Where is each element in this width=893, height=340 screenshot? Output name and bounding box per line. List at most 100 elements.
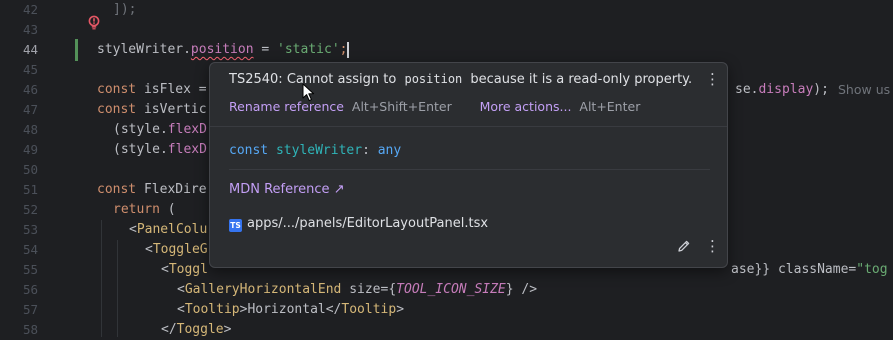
code-token: se [735, 82, 751, 97]
code-token: ( [113, 122, 121, 137]
code-token: size= [341, 282, 389, 297]
code-token: . [159, 142, 168, 157]
shortcut-hint: Alt+Enter [579, 99, 641, 114]
line-number: 46 [22, 82, 38, 97]
code-token: . [159, 122, 168, 137]
code-token: "tog [856, 262, 888, 277]
code-token: } [505, 282, 514, 297]
error-tooltip-popup: TS2540: Cannot assign to position becaus… [209, 62, 728, 268]
code-line-49: (style.flexD [113, 140, 207, 160]
code-token: FlexDire [143, 182, 207, 197]
code-token: PanelColu [136, 222, 208, 237]
error-message: TS2540: Cannot assign to position becaus… [229, 72, 692, 87]
code-token: ( [113, 142, 121, 157]
text-cursor [347, 41, 350, 58]
code-token: ); [813, 82, 829, 97]
indent-guide [117, 240, 118, 337]
error-code: TS2540: [229, 72, 283, 87]
code-token: /> [513, 282, 538, 297]
code-token: isFlex = [143, 82, 207, 97]
code-token: ase [731, 262, 755, 277]
code-token: isVertic [143, 102, 207, 117]
rename-reference-link[interactable]: Rename reference [229, 99, 344, 114]
code-token: ( [159, 202, 176, 217]
code-line-51: const FlexDire [97, 180, 207, 200]
code-token: > [396, 302, 405, 317]
code-line-55: <Toggl [161, 260, 208, 280]
code-line-55-tail: ase}} className="tog [731, 260, 888, 280]
code-line-48: (style.flexD [113, 120, 207, 140]
code-token: TOOL_ICON_SIZE [396, 282, 506, 297]
code-token: style [120, 142, 160, 157]
code-token: Horizontal [247, 302, 326, 317]
line-number: 56 [22, 282, 38, 297]
code-token: : [362, 143, 370, 158]
code-token: styleWriter [275, 143, 363, 158]
external-link-icon: ↗ [333, 182, 345, 197]
code-token: style [120, 122, 160, 137]
code-editor[interactable]: 42 43 44 45 46 47 48 49 50 51 52 53 54 5… [0, 0, 893, 337]
error-token[interactable]: position [191, 42, 254, 57]
error-text: because it is a read-only property. [470, 72, 693, 87]
error-bulb-icon[interactable] [87, 15, 101, 31]
error-code-token: position [404, 72, 463, 86]
code-token: < [177, 282, 185, 297]
code-line-44: styleWriter.position = 'static'; [97, 40, 350, 60]
code-token: display [758, 82, 814, 97]
code-token: GalleryHorizontalEnd [184, 282, 342, 297]
code-token: < [145, 242, 153, 257]
more-actions-link[interactable]: More actions... [480, 99, 572, 114]
edit-pencil-icon[interactable] [677, 239, 691, 253]
code-token: </ [161, 322, 177, 337]
code-line-56: <GalleryHorizontalEnd size={TOOL_ICON_SI… [177, 280, 537, 300]
divider [229, 169, 710, 170]
line-number: 42 [22, 2, 38, 17]
line-number: 50 [22, 162, 38, 177]
code-token: flexD [167, 142, 207, 157]
shortcut-hint: Alt+Shift+Enter [351, 99, 452, 114]
line-number: 57 [22, 302, 38, 317]
line-number-gutter: 42 43 44 45 46 47 48 49 50 51 52 53 54 5… [0, 0, 62, 337]
code-token: any [377, 143, 402, 158]
divider [210, 126, 727, 127]
inlay-hint[interactable]: Show us [838, 80, 890, 100]
code-line-53: <PanelColu [129, 220, 207, 240]
more-options-icon[interactable]: ⋮ [705, 238, 720, 254]
code-line-58: </Toggle> [161, 320, 231, 340]
code-token: return [113, 202, 160, 217]
code-token: const [97, 182, 144, 197]
code-line-54: <ToggleG [145, 240, 208, 260]
more-options-icon[interactable]: ⋮ [705, 71, 720, 87]
code-line-52: return ( [113, 200, 176, 220]
type-signature: const styleWriter: any [229, 143, 401, 158]
code-token: const [229, 143, 269, 158]
line-number: 47 [22, 102, 38, 117]
file-path[interactable]: apps/.../panels/EditorLayoutPanel.tsx [247, 216, 488, 231]
mdn-reference-label[interactable]: MDN Reference [229, 182, 330, 197]
code-token: Tooltip [184, 302, 240, 317]
code-token: styleWriter [97, 42, 184, 57]
code-token: }} [754, 262, 778, 277]
indent-guide [101, 220, 102, 337]
code-line-42: ]); [113, 0, 136, 20]
mouse-pointer-icon [302, 83, 315, 102]
code-token: . [183, 42, 191, 57]
code-token: = [253, 42, 278, 57]
code-token: ToggleG [152, 242, 208, 257]
code-token: ]); [113, 2, 137, 17]
line-number-active: 44 [22, 42, 38, 57]
mdn-reference-link[interactable]: MDN Reference ↗ [229, 182, 345, 197]
code-line-57: <Tooltip>Horizontal</Tooltip> [177, 300, 404, 320]
line-number: 58 [22, 322, 38, 337]
code-line-47: const isVertic [97, 100, 207, 120]
line-number: 51 [22, 182, 38, 197]
code-token: const [97, 82, 144, 97]
vcs-change-marker[interactable] [75, 39, 78, 61]
code-token: className= [777, 262, 857, 277]
code-token: ; [339, 42, 348, 57]
source-file-link[interactable]: TS apps/.../panels/EditorLayoutPanel.tsx [229, 216, 488, 232]
code-token: < [161, 262, 169, 277]
code-token: </ [325, 302, 342, 317]
line-number: 55 [22, 262, 38, 277]
code-token: 'static' [277, 42, 340, 57]
